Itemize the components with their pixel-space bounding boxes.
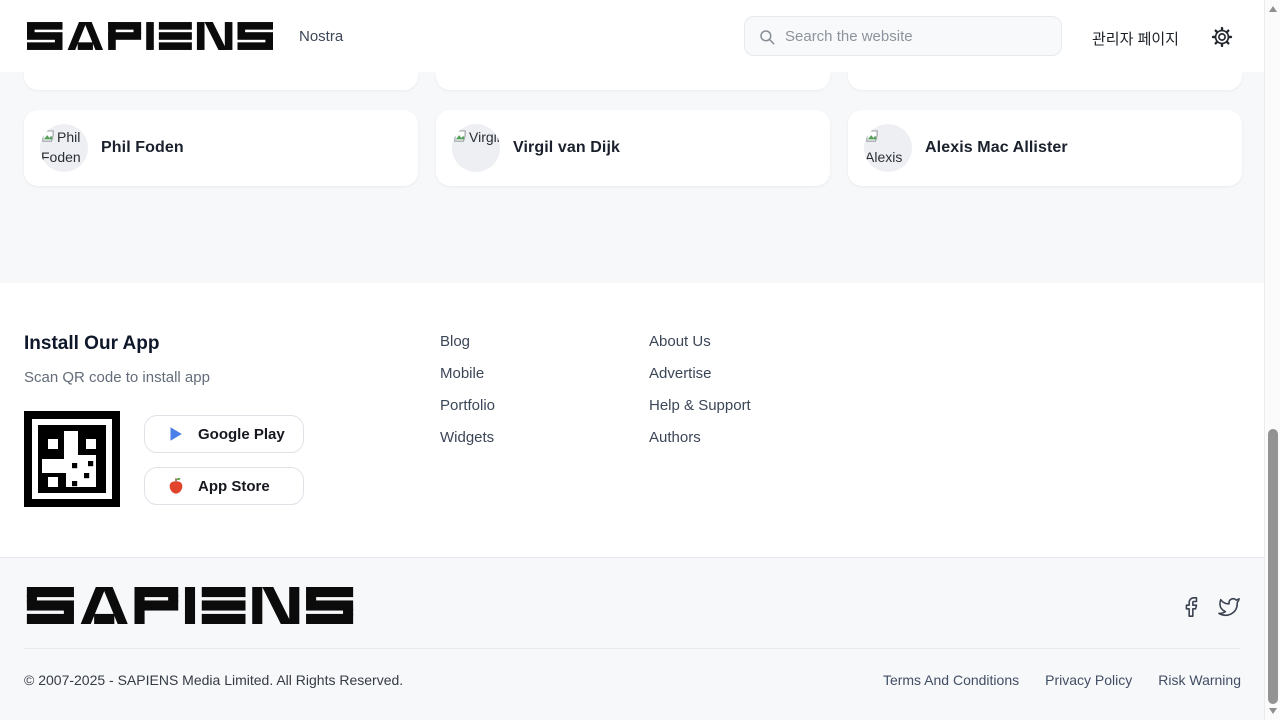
footer-link-widgets[interactable]: Widgets bbox=[440, 429, 495, 445]
app-store-button[interactable]: App Store bbox=[144, 467, 304, 505]
facebook-icon[interactable] bbox=[1180, 596, 1202, 618]
avatar: Alexis bbox=[864, 124, 912, 172]
legal-links: Terms And Conditions Privacy Policy Risk… bbox=[883, 672, 1241, 688]
card-row-partial[interactable] bbox=[436, 72, 830, 90]
footer-link-authors[interactable]: Authors bbox=[649, 429, 751, 445]
footer-divider bbox=[24, 648, 1240, 649]
play-icon bbox=[167, 425, 185, 443]
scrollbar-thumb[interactable] bbox=[1268, 429, 1278, 704]
avatar: Phil Foden bbox=[40, 124, 88, 172]
admin-page-link[interactable]: 관리자 페이지 bbox=[1092, 28, 1179, 49]
player-name: Alexis Mac Allister bbox=[925, 139, 1068, 157]
google-play-button[interactable]: Google Play bbox=[144, 415, 304, 453]
vertical-scrollbar[interactable] bbox=[1264, 0, 1280, 720]
sapiens-logo[interactable] bbox=[27, 22, 273, 50]
social-icons bbox=[1180, 596, 1240, 618]
footer-bottom: © 2007-2025 - SAPIENS Media Limited. All… bbox=[0, 557, 1264, 720]
privacy-policy-link[interactable]: Privacy Policy bbox=[1045, 672, 1132, 688]
player-name: Phil Foden bbox=[101, 139, 184, 157]
risk-warning-link[interactable]: Risk Warning bbox=[1158, 672, 1241, 688]
top-navbar: Nostra 관리자 페이지 bbox=[0, 0, 1264, 72]
search-icon bbox=[758, 28, 776, 46]
footer-link-mobile[interactable]: Mobile bbox=[440, 365, 495, 381]
install-app-subtitle: Scan QR code to install app bbox=[24, 369, 210, 386]
search-input[interactable] bbox=[785, 17, 1055, 55]
card-row-partial[interactable] bbox=[24, 72, 418, 90]
broken-image-icon bbox=[41, 129, 56, 144]
avatar: Virgil bbox=[452, 124, 500, 172]
scroll-down-arrow-icon[interactable] bbox=[1269, 708, 1277, 714]
broken-image-icon bbox=[453, 129, 468, 144]
footer-links-column-1: Blog Mobile Portfolio Widgets bbox=[440, 333, 495, 461]
player-name: Virgil van Dijk bbox=[513, 139, 620, 157]
terms-link[interactable]: Terms And Conditions bbox=[883, 672, 1019, 688]
page: Nostra 관리자 페이지 bbox=[0, 0, 1280, 720]
apple-icon bbox=[167, 477, 185, 495]
scroll-up-arrow-icon[interactable] bbox=[1269, 6, 1277, 12]
footer-link-help-support[interactable]: Help & Support bbox=[649, 397, 751, 413]
sapiens-footer-logo[interactable] bbox=[24, 587, 356, 624]
footer-links-column-2: About Us Advertise Help & Support Author… bbox=[649, 333, 751, 461]
footer-link-advertise[interactable]: Advertise bbox=[649, 365, 751, 381]
footer-link-portfolio[interactable]: Portfolio bbox=[440, 397, 495, 413]
avatar-alt-text: Alexis bbox=[865, 149, 902, 165]
player-card[interactable]: Alexis Alexis Mac Allister bbox=[848, 110, 1242, 186]
google-play-label: Google Play bbox=[198, 426, 285, 443]
copyright-text: © 2007-2025 - SAPIENS Media Limited. All… bbox=[24, 672, 403, 688]
twitter-icon[interactable] bbox=[1218, 596, 1240, 618]
app-store-label: App Store bbox=[198, 478, 270, 495]
avatar-alt-text: Virgil bbox=[469, 129, 500, 145]
footer-main: Install Our App Scan QR code to install … bbox=[0, 283, 1264, 557]
broken-image-icon bbox=[865, 129, 880, 144]
footer-link-blog[interactable]: Blog bbox=[440, 333, 495, 349]
qr-code bbox=[24, 411, 120, 507]
footer-link-about-us[interactable]: About Us bbox=[649, 333, 751, 349]
player-card[interactable]: Phil Foden Phil Foden bbox=[24, 110, 418, 186]
player-card[interactable]: Virgil Virgil van Dijk bbox=[436, 110, 830, 186]
nav-label-nostra[interactable]: Nostra bbox=[299, 28, 343, 45]
gear-icon[interactable] bbox=[1211, 26, 1233, 48]
install-app-title: Install Our App bbox=[24, 333, 159, 355]
search-box[interactable] bbox=[744, 16, 1062, 56]
card-row-partial[interactable] bbox=[848, 72, 1242, 90]
